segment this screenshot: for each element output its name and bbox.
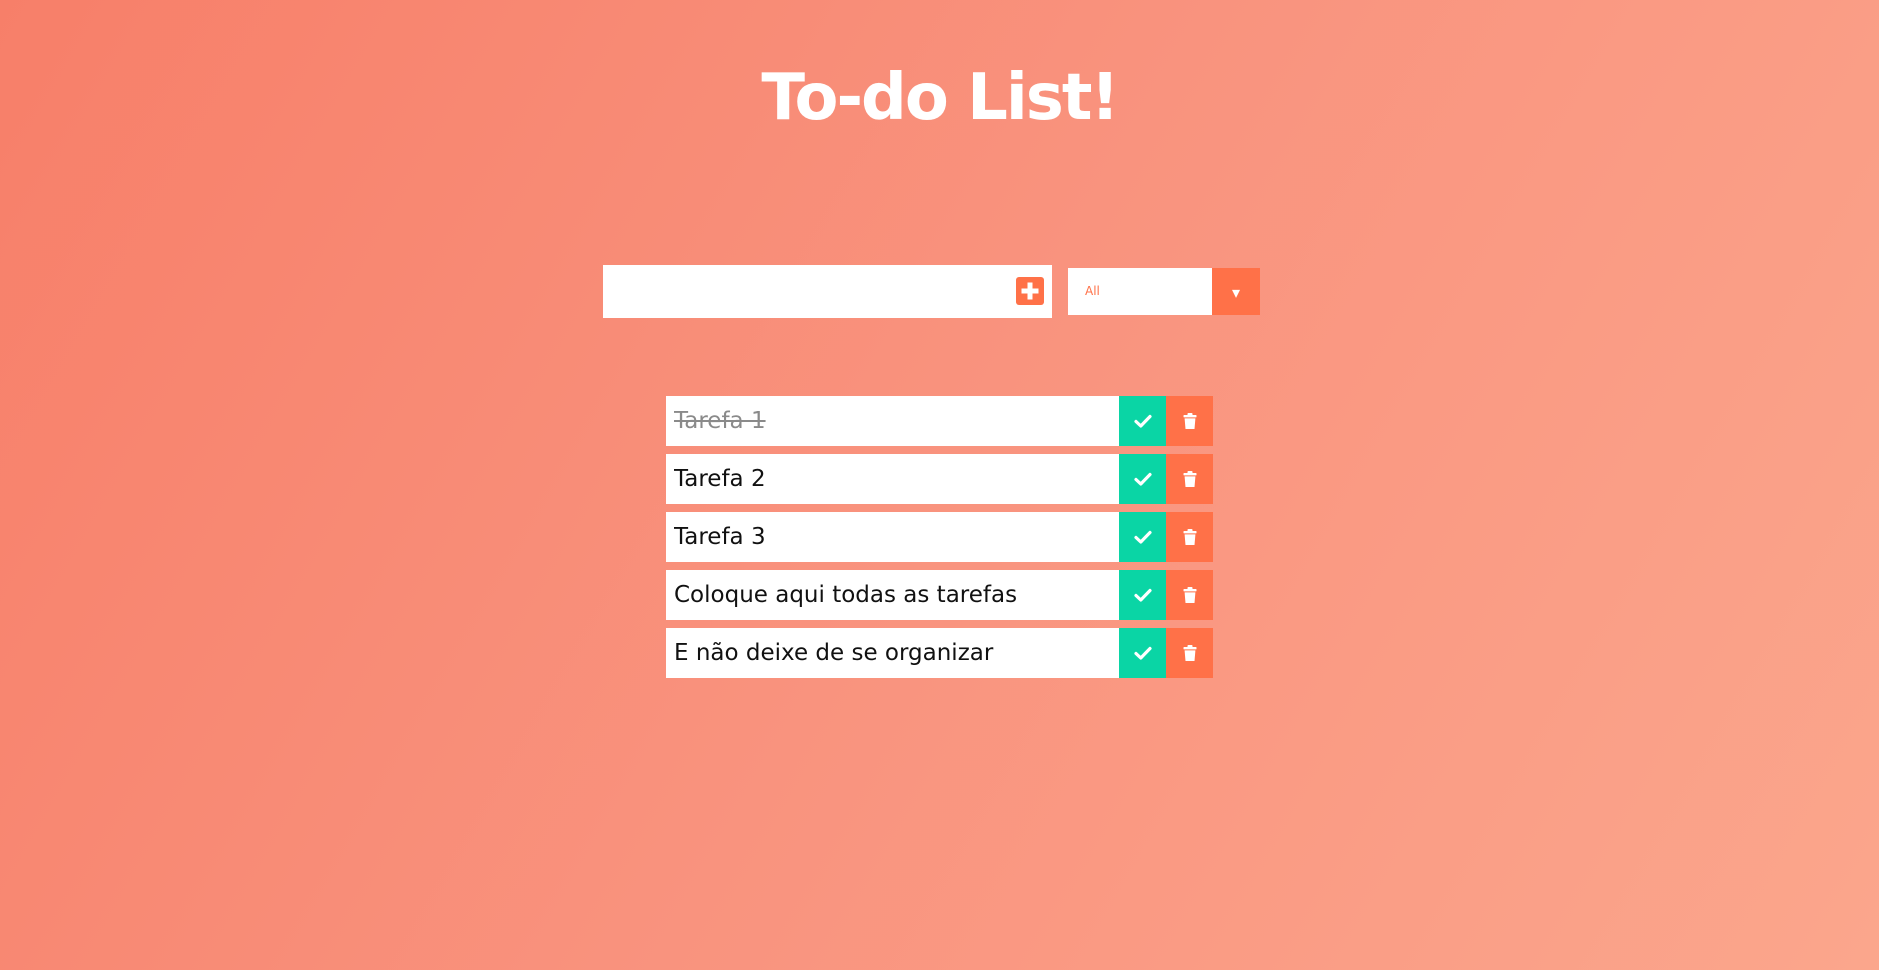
trash-icon (1183, 470, 1196, 487)
todo-item: Coloque aqui todas as tarefas (666, 570, 1213, 620)
trash-icon (1183, 586, 1196, 603)
filter-select[interactable]: All ▾ (1068, 268, 1260, 315)
check-icon (1133, 530, 1152, 544)
complete-button[interactable] (1119, 454, 1166, 504)
trash-icon (1183, 644, 1196, 661)
todo-item: E não deixe de se organizar (666, 628, 1213, 678)
todo-item: Tarefa 1 (666, 396, 1213, 446)
todo-item: Tarefa 3 (666, 512, 1213, 562)
filter-selected-value: All (1085, 284, 1100, 298)
delete-button[interactable] (1166, 454, 1213, 504)
todo-text: Tarefa 3 (674, 524, 766, 550)
delete-button[interactable] (1166, 628, 1213, 678)
check-icon (1133, 588, 1152, 602)
plus-square-icon (1016, 277, 1044, 305)
check-icon (1133, 646, 1152, 660)
complete-button[interactable] (1119, 512, 1166, 562)
trash-icon (1183, 412, 1196, 429)
add-todo-button[interactable] (1016, 277, 1044, 305)
caret-down-icon[interactable]: ▾ (1212, 268, 1260, 315)
delete-button[interactable] (1166, 512, 1213, 562)
todo-form (603, 265, 1052, 318)
delete-button[interactable] (1166, 396, 1213, 446)
todo-input[interactable] (603, 265, 1003, 318)
page-title: To-do List! (761, 61, 1119, 135)
check-icon (1133, 414, 1152, 428)
trash-icon (1183, 528, 1196, 545)
complete-button[interactable] (1119, 570, 1166, 620)
todo-text: E não deixe de se organizar (674, 640, 994, 666)
todo-text: Coloque aqui todas as tarefas (674, 582, 1018, 608)
todo-text: Tarefa 1 (674, 408, 766, 434)
complete-button[interactable] (1119, 628, 1166, 678)
todo-text: Tarefa 2 (674, 466, 766, 492)
delete-button[interactable] (1166, 570, 1213, 620)
complete-button[interactable] (1119, 396, 1166, 446)
check-icon (1133, 472, 1152, 486)
todo-list: Tarefa 1 Tarefa 2 Tarefa 3 Coloque aqui tod… (666, 396, 1213, 686)
todo-item: Tarefa 2 (666, 454, 1213, 504)
